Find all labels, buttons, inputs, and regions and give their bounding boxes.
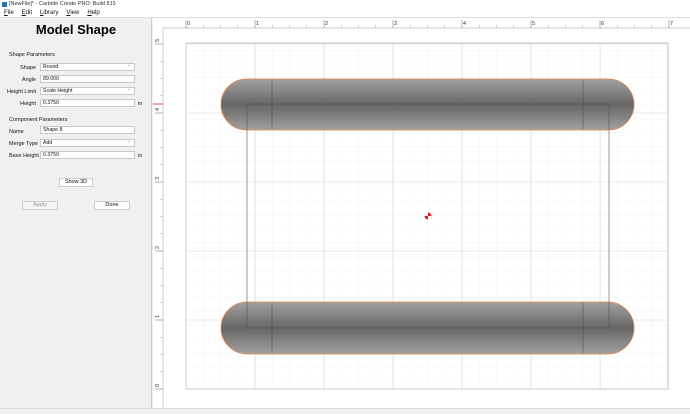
show-3d-button[interactable]: Show 3D: [59, 178, 93, 187]
origin-marker-icon: [424, 212, 432, 220]
x-ruler-label: 2: [325, 21, 328, 27]
top-ruler: [153, 18, 690, 28]
x-ruler-label: 3: [394, 21, 397, 27]
design-canvas[interactable]: 0 1 2 3 4 5 6 7 0 1 2 3 4 5: [153, 18, 690, 408]
x-ruler-label: 7: [670, 21, 673, 27]
left-ruler: [153, 18, 163, 408]
x-ruler-label: 5: [532, 21, 535, 27]
shape-label: Shape: [20, 65, 36, 71]
menu-help[interactable]: Help: [87, 10, 99, 16]
x-ruler-label: 4: [463, 21, 466, 27]
angle-label: Angle: [21, 77, 36, 83]
menu-file[interactable]: File: [4, 10, 14, 16]
panel-title: Model Shape: [35, 22, 117, 37]
height-unit: in: [138, 101, 143, 107]
menu-edit[interactable]: Edit: [22, 10, 32, 16]
height-limit-select[interactable]: Scale Height: [40, 86, 135, 95]
window-title: [NewFile]* - Carbide Create PRO: Build 8…: [9, 1, 116, 7]
height-label: Height: [20, 101, 36, 107]
x-ruler-label: 6: [601, 21, 604, 27]
done-button[interactable]: Done: [94, 201, 130, 210]
y-ruler-label: 2: [155, 246, 161, 249]
base-height-field[interactable]: 0.3750: [40, 151, 135, 159]
name-label: Name: [9, 129, 24, 135]
apply-button[interactable]: Apply: [22, 201, 58, 210]
base-height-unit: in: [138, 153, 143, 159]
menu-library[interactable]: Library: [40, 10, 58, 16]
shape-parameters-heading: Shape Parameters: [9, 52, 55, 58]
status-bar: [0, 408, 690, 414]
y-ruler-label: 0: [155, 384, 161, 387]
canvas-svg[interactable]: 0 1 2 3 4 5 6 7 0 1 2 3 4 5: [153, 18, 690, 408]
merge-type-label: Merge Type: [9, 141, 38, 147]
shape-top-bar[interactable]: [220, 78, 635, 131]
height-field[interactable]: 0.3750: [40, 99, 135, 107]
window-titlebar: [NewFile]* - Carbide Create PRO: Build 8…: [0, 0, 690, 9]
base-height-label: Base Height: [9, 153, 39, 159]
x-ruler-label: 0: [187, 21, 190, 27]
y-ruler-label: 4: [155, 108, 161, 111]
menu-bar: File Edit Library View Help: [0, 9, 690, 18]
y-ruler-label: 3: [155, 177, 161, 180]
height-limit-label: Height Limit: [6, 89, 36, 95]
name-field[interactable]: Shape 8: [40, 126, 135, 134]
component-parameters-heading: Component Parameters: [9, 117, 68, 123]
angle-field[interactable]: 89.000: [40, 75, 135, 83]
y-ruler-label: 1: [155, 315, 161, 318]
app-icon: [2, 2, 7, 7]
x-ruler-label: 1: [256, 21, 259, 27]
shape-select[interactable]: Round: [40, 62, 135, 71]
y-ruler-label: 5: [155, 39, 161, 42]
menu-view[interactable]: View: [66, 10, 79, 16]
merge-type-select[interactable]: Add: [40, 138, 135, 147]
model-shape-panel: Model Shape Shape Parameters Shape Round…: [0, 18, 152, 408]
